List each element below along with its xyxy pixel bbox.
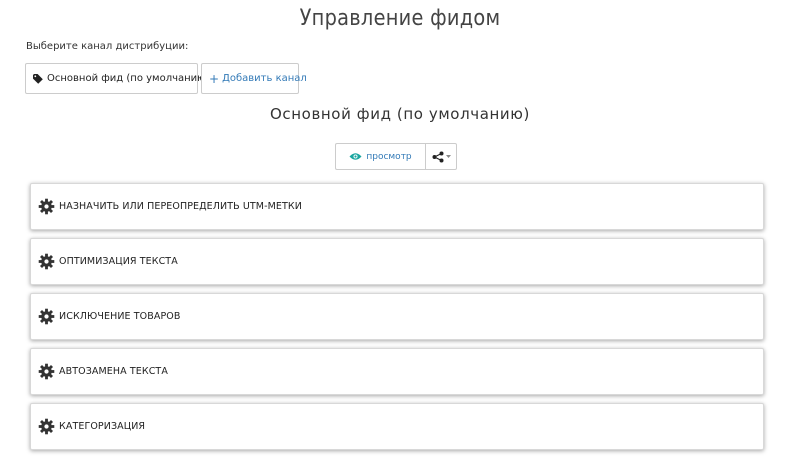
eye-icon [349, 152, 362, 161]
panel-label: ОПТИМИЗАЦИЯ ТЕКСТА [59, 256, 178, 267]
caret-down-icon [445, 155, 451, 158]
panel-label: НАЗНАЧИТЬ ИЛИ ПЕРЕОПРЕДЕЛИТЬ UTM-МЕТКИ [59, 201, 302, 212]
panel-text-autoreplace[interactable]: АВТОЗАМЕНА ТЕКСТА [30, 348, 764, 395]
panel-utm[interactable]: НАЗНАЧИТЬ ИЛИ ПЕРЕОПРЕДЕЛИТЬ UTM-МЕТКИ [30, 183, 764, 230]
channel-tab-default[interactable]: Основной фид (по умолчанию) [25, 63, 210, 94]
preview-label: просмотр [366, 151, 412, 162]
panel-categorization[interactable]: КАТЕГОРИЗАЦИЯ [30, 403, 764, 450]
feed-actions: просмотр [335, 143, 457, 170]
settings-panels: НАЗНАЧИТЬ ИЛИ ПЕРЕОПРЕДЕЛИТЬ UTM-МЕТКИ О… [30, 183, 764, 458]
gear-icon [38, 253, 55, 270]
gear-icon [38, 198, 55, 215]
share-button[interactable] [425, 143, 457, 170]
panel-text-optimization[interactable]: ОПТИМИЗАЦИЯ ТЕКСТА [30, 238, 764, 285]
panel-label: АВТОЗАМЕНА ТЕКСТА [59, 366, 168, 377]
feed-title: Основной фид (по умолчанию) [270, 105, 530, 123]
panel-label: КАТЕГОРИЗАЦИЯ [59, 421, 146, 432]
channel-tab-label: Основной фид (по умолчанию) [47, 73, 210, 84]
gear-icon [38, 363, 55, 380]
add-channel-label: Добавить канал [222, 73, 307, 84]
gear-icon [38, 308, 55, 325]
panel-product-exclusion[interactable]: ИСКЛЮЧЕНИЕ ТОВАРОВ [30, 293, 764, 340]
gear-icon [38, 418, 55, 435]
plus-icon: + [209, 71, 220, 86]
channel-tabs: Основной фид (по умолчанию) + Добавить к… [25, 63, 307, 94]
share-icon [432, 151, 444, 163]
add-channel-button[interactable]: + Добавить канал [201, 63, 307, 94]
page-title: Управление фидом [299, 6, 501, 31]
preview-button[interactable]: просмотр [335, 143, 425, 170]
tag-icon [33, 73, 43, 84]
panel-label: ИСКЛЮЧЕНИЕ ТОВАРОВ [59, 311, 181, 322]
channel-select-label: Выберите канал дистрибуции: [26, 41, 189, 52]
